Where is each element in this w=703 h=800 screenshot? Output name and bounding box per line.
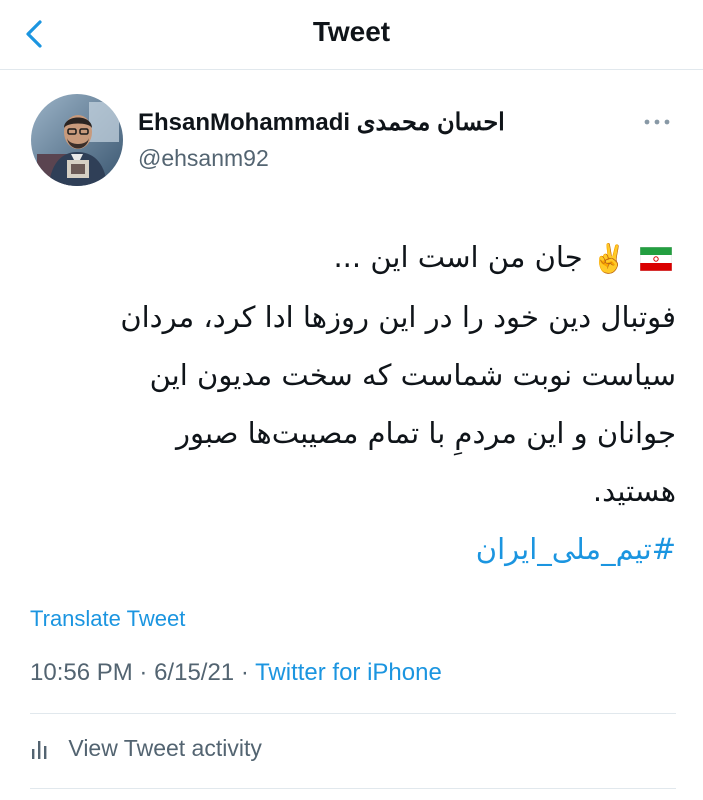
tweet-source-link[interactable]: Twitter for iPhone (255, 659, 442, 686)
divider (30, 713, 676, 714)
tweet-line-4: جوانان و این مردمِ با تمام مصیبت‌ها صبور (176, 416, 676, 450)
tweet-line-1-text: جان من است این ... (333, 240, 583, 274)
tweet-text: ✌️ جان من است این ... فوتبال دین خود را … (30, 228, 676, 578)
tweet-line-3: سیاست نوبت شماست که سخت مدیون این (149, 358, 676, 392)
page-title: Tweet (312, 16, 391, 47)
tweet-metadata: 10:56 PM · 6/15/21 · Twitter for iPhone (30, 657, 442, 689)
view-tweet-activity-label: View Tweet activity (68, 735, 262, 761)
more-dots-icon (644, 119, 670, 125)
avatar[interactable] (31, 94, 123, 186)
more-options-button[interactable] (640, 110, 674, 134)
iran-flag-icon (640, 247, 672, 271)
tweet-line-2: فوتبال دین خود را در این روزها ادا کرد، … (120, 300, 676, 334)
author-handle[interactable]: @ehsanm92 (138, 143, 269, 173)
tweet-line-5: هستید. (592, 474, 676, 508)
author-display-name[interactable]: EhsanMohammadi احسان محمدی (138, 108, 505, 138)
top-bar: Tweet (0, 0, 703, 70)
tweet-line-1: ✌️ جان من است این ... (30, 228, 676, 288)
hashtag-link[interactable]: #تیم_ملی_ایران (30, 520, 676, 578)
tweet-time: 10:56 PM (30, 659, 133, 686)
tweet-date: 6/15/21 (154, 659, 235, 686)
activity-bars-icon (32, 740, 47, 759)
victory-hand-icon: ✌️ (591, 242, 627, 275)
meta-separator: · (139, 659, 148, 686)
view-tweet-activity-button[interactable]: View Tweet activity (30, 730, 262, 766)
meta-separator: · (240, 659, 249, 686)
divider (30, 788, 676, 789)
translate-tweet-link[interactable]: Translate Tweet (30, 605, 185, 633)
